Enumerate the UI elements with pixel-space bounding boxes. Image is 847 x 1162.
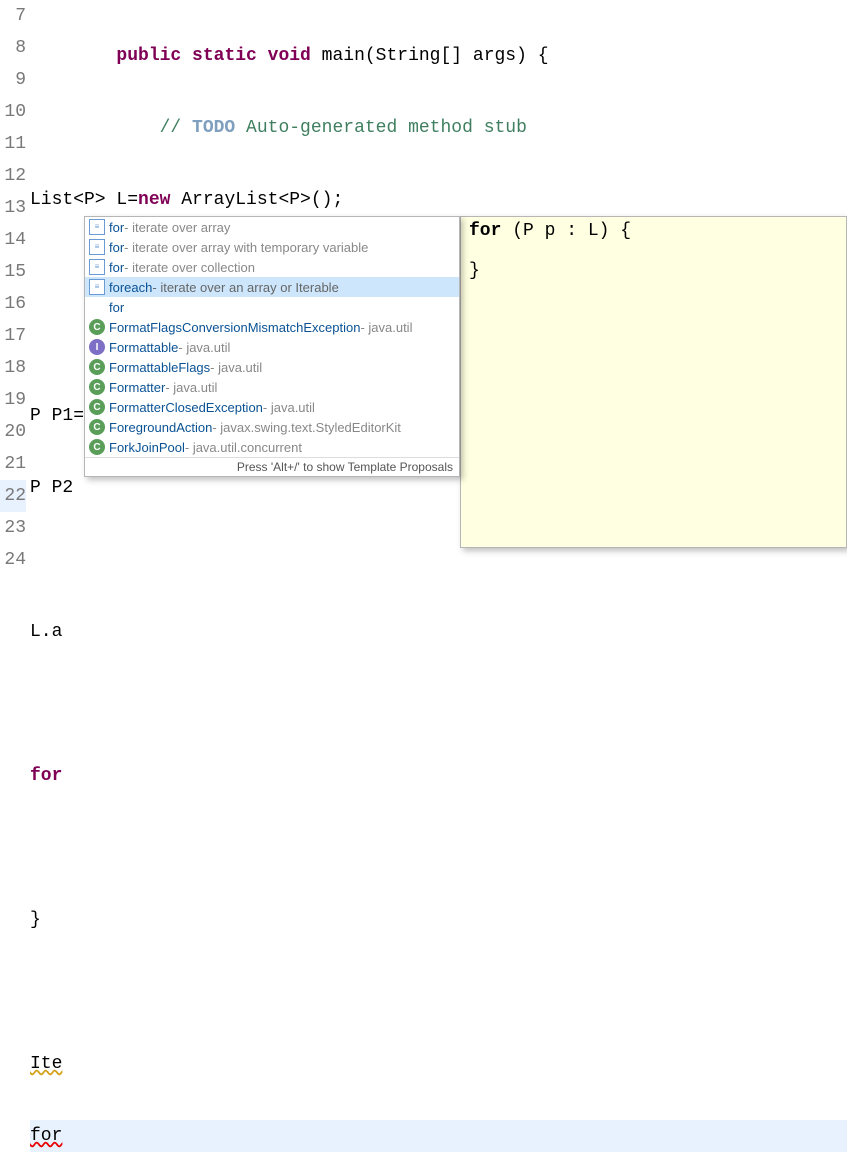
assist-item-package: - java.util: [210, 360, 262, 375]
line-number-gutter: 789101112131415161718192021222324: [0, 0, 30, 1162]
assist-item[interactable]: CFormatFlagsConversionMismatchException …: [85, 317, 459, 337]
template-icon: ≡: [89, 279, 105, 295]
line-number: 15: [0, 256, 26, 288]
assist-item-desc: - iterate over array with temporary vari…: [124, 240, 368, 255]
assist-item-label: FormatterClosedException: [109, 400, 263, 415]
assist-item[interactable]: for: [85, 297, 459, 317]
code-line-18[interactable]: [30, 832, 847, 864]
code-area[interactable]: public static void main(String[] args) {…: [30, 0, 847, 1162]
assist-item-label: for: [109, 220, 124, 235]
content-assist-list[interactable]: ≡ for - iterate over array ≡ for - iterate …: [85, 217, 459, 457]
assist-item[interactable]: ≡ for - iterate over array: [85, 217, 459, 237]
assist-item-label: foreach: [109, 280, 152, 295]
code-line-21[interactable]: Ite: [30, 1048, 847, 1080]
line-number: 20: [0, 416, 26, 448]
class-icon: C: [89, 439, 105, 455]
assist-item-label: FormattableFlags: [109, 360, 210, 375]
content-assist-footer: Press 'Alt+/' to show Template Proposals: [85, 457, 459, 476]
assist-item[interactable]: C ForkJoinPool - java.util.concurrent: [85, 437, 459, 457]
assist-item-label: for: [109, 240, 124, 255]
code-line-22[interactable]: for: [30, 1120, 847, 1152]
assist-item-package: - java.util: [165, 380, 217, 395]
assist-item[interactable]: I Formattable - java.util: [85, 337, 459, 357]
code-line-20[interactable]: [30, 976, 847, 1008]
assist-item-package: - java.util: [360, 320, 412, 335]
line-number: 11: [0, 128, 26, 160]
code-editor[interactable]: 789101112131415161718192021222324 public…: [0, 0, 847, 1162]
assist-item-label: for: [109, 300, 124, 315]
assist-item-package: - java.util: [263, 400, 315, 415]
line-number: 18: [0, 352, 26, 384]
class-icon: C: [89, 319, 105, 335]
template-icon: ≡: [89, 239, 105, 255]
code-line-15[interactable]: L.a: [30, 616, 847, 648]
assist-item-label: for: [109, 260, 124, 275]
code-line-16[interactable]: [30, 688, 847, 720]
assist-item[interactable]: C ForegroundAction - javax.swing.text.Sty…: [85, 417, 459, 437]
line-number: 10: [0, 96, 26, 128]
code-line-17[interactable]: for: [30, 760, 847, 792]
class-icon: C: [89, 379, 105, 395]
assist-item-package: - java.util.concurrent: [185, 440, 302, 455]
assist-item[interactable]: ≡ for - iterate over array with temporary…: [85, 237, 459, 257]
assist-item-label: FormatFlagsConversionMismatchException: [109, 320, 360, 335]
assist-item-label: ForegroundAction: [109, 420, 212, 435]
line-number: 9: [0, 64, 26, 96]
interface-icon: I: [89, 339, 105, 355]
line-number: 17: [0, 320, 26, 352]
line-number: 12: [0, 160, 26, 192]
code-line-8[interactable]: // TODO Auto-generated method stub: [30, 112, 847, 144]
code-line-7[interactable]: public static void main(String[] args) {: [30, 40, 847, 72]
assist-item-desc: - iterate over collection: [124, 260, 255, 275]
template-icon: ≡: [89, 219, 105, 235]
line-number: 16: [0, 288, 26, 320]
line-number: 21: [0, 448, 26, 480]
assist-item-desc: - iterate over array: [124, 220, 230, 235]
class-icon: C: [89, 419, 105, 435]
code-line-19[interactable]: }: [30, 904, 847, 936]
template-icon: ≡: [89, 259, 105, 275]
code-line-14[interactable]: [30, 544, 847, 576]
line-number: 23: [0, 512, 26, 544]
line-number: 19: [0, 384, 26, 416]
assist-item-label: Formattable: [109, 340, 178, 355]
content-assist-popup[interactable]: ≡ for - iterate over array ≡ for - iterate …: [84, 216, 460, 477]
assist-item-desc: - iterate over an array or Iterable: [152, 280, 338, 295]
line-number: 22: [0, 480, 26, 512]
template-preview-panel: for (P p : L) { }: [460, 216, 847, 548]
assist-item[interactable]: ≡ for - iterate over collection: [85, 257, 459, 277]
assist-item-label: Formatter: [109, 380, 165, 395]
class-icon: C: [89, 359, 105, 375]
assist-item[interactable]: C Formatter - java.util: [85, 377, 459, 397]
line-number: 8: [0, 32, 26, 64]
assist-item-package: - java.util: [178, 340, 230, 355]
line-number: 14: [0, 224, 26, 256]
class-icon: C: [89, 399, 105, 415]
keyword-icon: [89, 299, 105, 315]
assist-item[interactable]: ≡ foreach - iterate over an array or Iter…: [85, 277, 459, 297]
assist-item[interactable]: C FormatterClosedException - java.util: [85, 397, 459, 417]
assist-item-label: ForkJoinPool: [109, 440, 185, 455]
line-number: 24: [0, 544, 26, 576]
code-line-9[interactable]: List<P> L=new ArrayList<P>();: [30, 184, 847, 216]
assist-item[interactable]: C FormattableFlags - java.util: [85, 357, 459, 377]
assist-item-package: - javax.swing.text.StyledEditorKit: [212, 420, 401, 435]
line-number: 7: [0, 0, 26, 32]
line-number: 13: [0, 192, 26, 224]
